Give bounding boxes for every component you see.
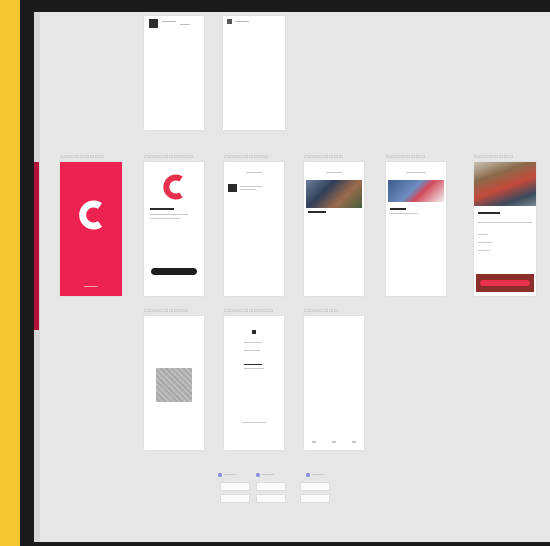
text-line xyxy=(478,242,492,243)
artboard-label: ▭▭▭▭▭▭▭▭ xyxy=(304,154,344,160)
header-title xyxy=(246,172,262,173)
footer-text xyxy=(84,286,98,287)
artboard-qr[interactable] xyxy=(144,316,204,450)
header-title xyxy=(326,172,342,173)
artboard-label: ▭▭▭▭▭▭▭▭▭ xyxy=(60,154,105,160)
artboard-detail[interactable] xyxy=(386,162,446,296)
artboard-label: ▭▭▭▭▭▭▭▭▭▭ xyxy=(224,308,274,314)
caption-line xyxy=(308,211,326,213)
buy-button[interactable] xyxy=(476,274,534,292)
text-line xyxy=(390,213,418,214)
text-line xyxy=(244,350,260,351)
artboard-welcome[interactable] xyxy=(144,162,204,296)
hero-image xyxy=(388,180,444,202)
artboard-product[interactable] xyxy=(474,162,536,296)
title-line xyxy=(478,212,500,214)
artboard-label: ▭▭▭▭▭▭▭▭ xyxy=(474,154,514,160)
artboard-splash[interactable] xyxy=(60,162,122,296)
text-line xyxy=(244,364,262,365)
component-label xyxy=(262,474,274,475)
component-thumbnail[interactable] xyxy=(256,494,286,503)
artboard-form[interactable] xyxy=(224,316,284,450)
hero-image xyxy=(306,180,362,208)
component-thumbnail[interactable] xyxy=(256,482,286,491)
title-line xyxy=(390,208,406,210)
header-title xyxy=(406,172,426,173)
component-label xyxy=(224,474,236,475)
tab-icon[interactable] xyxy=(312,441,316,443)
title-line xyxy=(150,208,174,210)
subtitle-line xyxy=(150,214,188,215)
tab-icon[interactable] xyxy=(332,441,336,443)
avatar xyxy=(149,19,158,28)
artboard-top-2[interactable] xyxy=(223,16,285,130)
component-thumbnail[interactable] xyxy=(300,482,330,491)
text-line xyxy=(162,21,176,22)
avatar xyxy=(227,19,232,24)
artboard-list[interactable] xyxy=(224,162,284,296)
component-badge xyxy=(306,473,310,477)
text-line xyxy=(478,234,488,235)
divider xyxy=(478,222,532,223)
artboard-label: ▭▭▭▭▭▭▭▭▭ xyxy=(144,308,189,314)
logo-icon xyxy=(252,330,256,334)
thumbnail xyxy=(228,184,237,192)
text-line xyxy=(235,21,249,22)
get-started-button[interactable] xyxy=(151,268,197,275)
artboard-top-1[interactable] xyxy=(144,16,204,130)
text-line xyxy=(244,342,262,343)
footer-link[interactable] xyxy=(242,422,266,423)
artboard-label: ▭▭▭▭▭▭▭▭▭▭ xyxy=(144,154,194,160)
component-label xyxy=(312,474,324,475)
artboard-label: ▭▭▭▭▭▭▭▭ xyxy=(386,154,426,160)
app-logo-c-icon xyxy=(78,200,106,230)
product-image xyxy=(474,162,536,206)
tab-icon[interactable] xyxy=(352,441,356,443)
component-thumbnail[interactable] xyxy=(220,482,250,491)
component-thumbnail[interactable] xyxy=(300,494,330,503)
selection-indicator xyxy=(34,162,39,330)
design-canvas[interactable]: ▭▭▭▭▭▭▭▭▭ ▭▭▭▭▭▭▭▭▭▭ ▭▭▭▭▭▭▭▭▭ ▭▭▭▭▭▭▭▭ … xyxy=(34,12,550,542)
artboard-blank[interactable] xyxy=(304,316,364,450)
component-badge xyxy=(256,473,260,477)
text-line xyxy=(240,186,262,187)
app-logo-c-icon xyxy=(162,174,186,200)
text-line xyxy=(478,250,490,251)
component-badge xyxy=(218,473,222,477)
component-thumbnail[interactable] xyxy=(220,494,250,503)
artboard-label: ▭▭▭▭▭▭▭ xyxy=(304,308,339,314)
qr-code-icon xyxy=(156,368,192,402)
buy-button-inner xyxy=(480,280,530,286)
artboard-feed[interactable] xyxy=(304,162,364,296)
artboard-label: ▭▭▭▭▭▭▭▭▭ xyxy=(224,154,269,160)
subtitle-line xyxy=(150,218,180,219)
text-line xyxy=(240,189,256,190)
text-line xyxy=(180,24,190,25)
text-line xyxy=(244,368,264,369)
